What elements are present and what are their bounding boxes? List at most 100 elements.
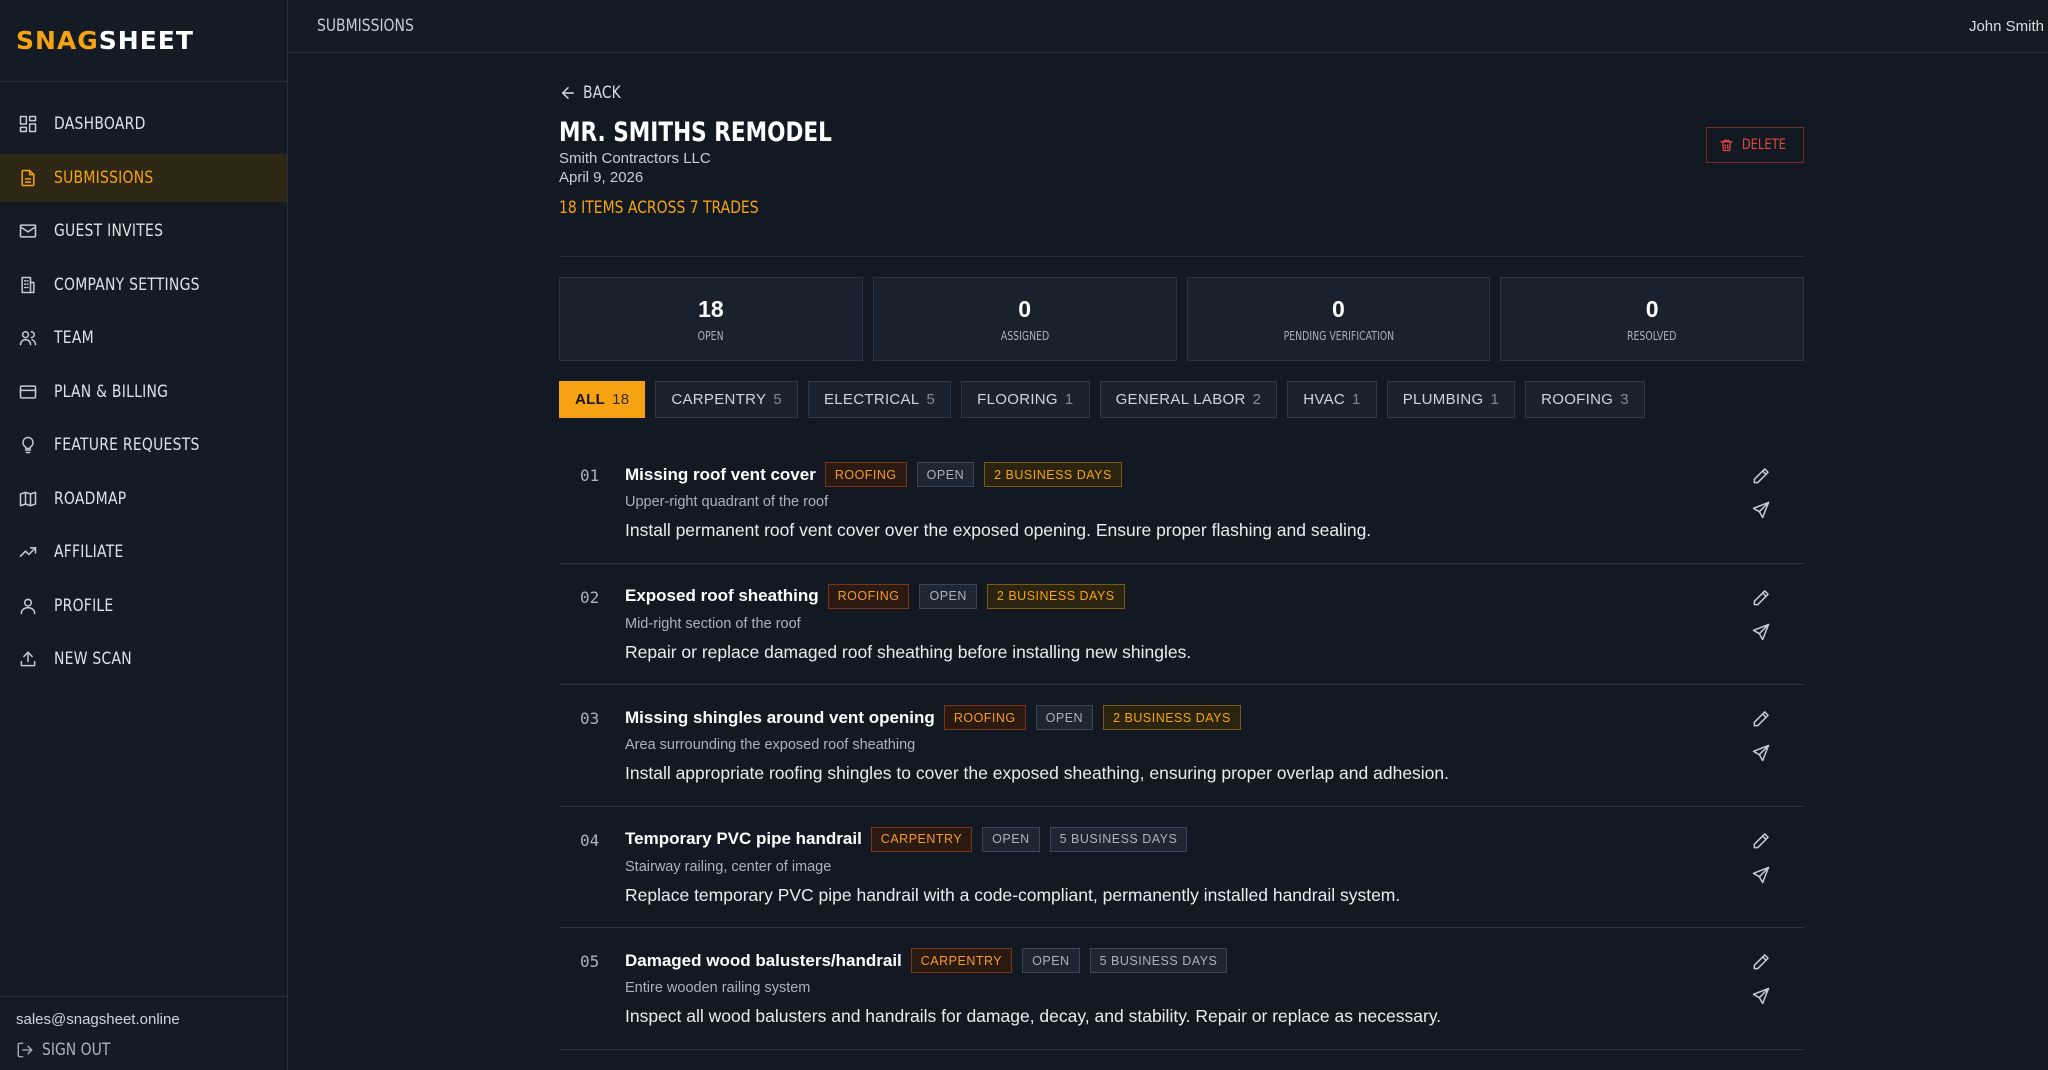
filter-label: ELECTRICAL	[823, 391, 920, 408]
credit-card-icon	[19, 384, 37, 399]
header-divider	[559, 256, 1804, 257]
status-badge: OPEN	[919, 583, 977, 609]
item-description: Replace temporary PVC pipe handrail with…	[625, 884, 1401, 905]
item-index: 02	[580, 587, 600, 607]
trade-badge: ROOFING	[824, 462, 907, 487]
sidebar-item-label: AFFILIATE	[54, 542, 124, 562]
filter-chip-all[interactable]: ALL 18	[559, 381, 646, 418]
list-item[interactable]: 03 Missing shingles around vent opening RO…	[559, 685, 1804, 807]
building-icon	[21, 276, 35, 293]
edit-icon[interactable]	[1751, 466, 1771, 486]
filter-count: 3	[1620, 391, 1629, 408]
item-description: Install permanent roof vent cover over t…	[625, 520, 1372, 540]
edit-icon[interactable]	[1751, 709, 1771, 729]
sidebar-item-feature-requests[interactable]: FEATURE REQUESTS	[0, 421, 287, 469]
filter-label: ALL	[575, 391, 606, 408]
users-icon	[19, 331, 37, 346]
list-item[interactable]: 01 Missing roof vent cover ROOFING OPEN 2 BU…	[559, 442, 1804, 564]
filter-label: GENERAL LABOR	[1115, 391, 1246, 408]
stat-card-pending-verification: 0 PENDING VERIFICATION	[1186, 277, 1491, 361]
item-description: Repair or replace damaged roof sheathing…	[625, 641, 1192, 662]
company-name: Smith Contractors LLC	[559, 150, 711, 167]
item-index: 04	[580, 830, 600, 850]
user-menu[interactable]: John Smith	[1969, 18, 2044, 35]
filter-count: 1	[1490, 391, 1500, 408]
due-badge: 2 BUSINESS DAYS	[1103, 705, 1241, 730]
list-item[interactable]: 04 Temporary PVC pipe handrail CARPENTRY OP…	[559, 807, 1804, 928]
send-icon[interactable]	[1751, 986, 1771, 1006]
lightbulb-icon	[22, 436, 34, 454]
item-actions	[1751, 952, 1771, 1006]
filter-chip-carpentry[interactable]: CARPENTRY 5	[655, 381, 798, 418]
arrow-left-icon	[562, 87, 574, 99]
filter-count: 1	[1064, 391, 1074, 408]
items-summary: 18 ITEMS ACROSS 7 TRADES	[559, 198, 759, 218]
stat-value: 0	[1331, 295, 1345, 322]
stat-label: RESOLVED	[1627, 328, 1677, 343]
stats-row: 18 OPEN 0 ASSIGNED 0 PENDING VERIFICATION 0 RES…	[559, 277, 1804, 361]
sidebar-item-label: DASHBOARD	[54, 114, 146, 134]
filter-label: ROOFING	[1541, 391, 1614, 408]
back-label: BACK	[583, 83, 621, 103]
send-icon[interactable]	[1751, 743, 1771, 763]
sidebar-item-guest-invites[interactable]: GUEST INVITES	[0, 207, 287, 255]
sidebar-item-roadmap[interactable]: ROADMAP	[0, 475, 287, 523]
stat-label: ASSIGNED	[1000, 328, 1049, 343]
sidebar: SNAG SHEET DASHBOARD SUBMISSIONS GUEST INVI…	[0, 0, 288, 1070]
submission-header: MR. SMITHS REMODEL Smith Contractors LLC…	[559, 117, 1804, 237]
trade-badge: CARPENTRY	[870, 826, 973, 852]
sidebar-item-new-scan[interactable]: NEW SCAN	[0, 635, 287, 683]
filter-chip-general-labor[interactable]: GENERAL LABOR 2	[1099, 381, 1278, 418]
item-location: Area surrounding the exposed roof sheath…	[625, 737, 916, 753]
filter-chip-hvac[interactable]: HVAC 1	[1287, 381, 1377, 418]
upload-icon	[20, 651, 36, 667]
item-title: Missing shingles around vent opening	[625, 707, 935, 727]
stat-card-open: 18 OPEN	[559, 277, 863, 361]
item-title: Exposed roof sheathing	[625, 586, 819, 605]
send-icon[interactable]	[1751, 500, 1771, 520]
delete-button[interactable]: DELETE	[1706, 127, 1804, 163]
brand-logo[interactable]: SNAG SHEET	[0, 0, 287, 82]
filter-chip-plumbing[interactable]: PLUMBING 1	[1386, 381, 1516, 418]
edit-icon[interactable]	[1751, 952, 1771, 972]
sidebar-item-company-settings[interactable]: COMPANY SETTINGS	[0, 261, 287, 309]
filter-chip-flooring[interactable]: FLOORING 1	[961, 381, 1090, 418]
item-location: Stairway railing, center of image	[625, 858, 832, 875]
sidebar-item-label: GUEST INVITES	[54, 221, 164, 241]
due-badge: 2 BUSINESS DAYS	[986, 583, 1125, 609]
filter-chip-roofing[interactable]: ROOFING 3	[1525, 381, 1645, 418]
status-badge: OPEN	[1035, 705, 1094, 730]
list-item[interactable]: 05 Damaged wood balusters/handrail CARPENT…	[559, 928, 1804, 1050]
filter-chip-electrical[interactable]: ELECTRICAL 5	[807, 381, 952, 418]
mail-icon	[19, 224, 37, 238]
back-link[interactable]: BACK	[559, 83, 1804, 103]
item-header: Exposed roof sheathing ROOFING OPEN 2 BUSIN…	[625, 583, 1724, 609]
item-header: Damaged wood balusters/handrail CARPENTRY…	[625, 948, 1724, 973]
sidebar-item-dashboard[interactable]: DASHBOARD	[0, 100, 287, 148]
status-badge: OPEN	[982, 826, 1040, 852]
due-badge: 2 BUSINESS DAYS	[984, 462, 1122, 487]
edit-icon[interactable]	[1751, 588, 1771, 608]
list-item[interactable]: 02 Exposed roof sheathing ROOFING OPEN 2 BUS…	[559, 564, 1804, 685]
item-header: Temporary PVC pipe handrail CARPENTRY OPEN…	[625, 826, 1724, 852]
sidebar-item-profile[interactable]: PROFILE	[0, 582, 287, 630]
filter-count: 18	[612, 391, 630, 408]
edit-icon[interactable]	[1751, 831, 1771, 851]
send-icon[interactable]	[1751, 622, 1771, 642]
signout-button[interactable]: SIGN OUT	[16, 1040, 271, 1060]
trending-up-icon	[19, 547, 37, 557]
filter-label: PLUMBING	[1402, 391, 1484, 408]
item-description: Inspect all wood balusters and handrails…	[625, 1006, 1442, 1026]
page-title: MR. SMITHS REMODEL	[559, 117, 832, 148]
filter-count: 5	[926, 391, 936, 408]
sidebar-item-plan-billing[interactable]: PLAN & BILLING	[0, 368, 287, 416]
breadcrumb: SUBMISSIONS	[317, 16, 414, 36]
signout-label: SIGN OUT	[42, 1040, 111, 1060]
sidebar-item-submissions[interactable]: SUBMISSIONS	[0, 153, 287, 202]
sidebar-item-team[interactable]: TEAM	[0, 314, 287, 362]
due-badge: 5 BUSINESS DAYS	[1049, 826, 1188, 852]
send-icon[interactable]	[1751, 865, 1771, 885]
submission-date: April 9, 2026	[559, 169, 644, 186]
sidebar-item-affiliate[interactable]: AFFILIATE	[0, 528, 287, 576]
item-index: 05	[580, 952, 600, 971]
